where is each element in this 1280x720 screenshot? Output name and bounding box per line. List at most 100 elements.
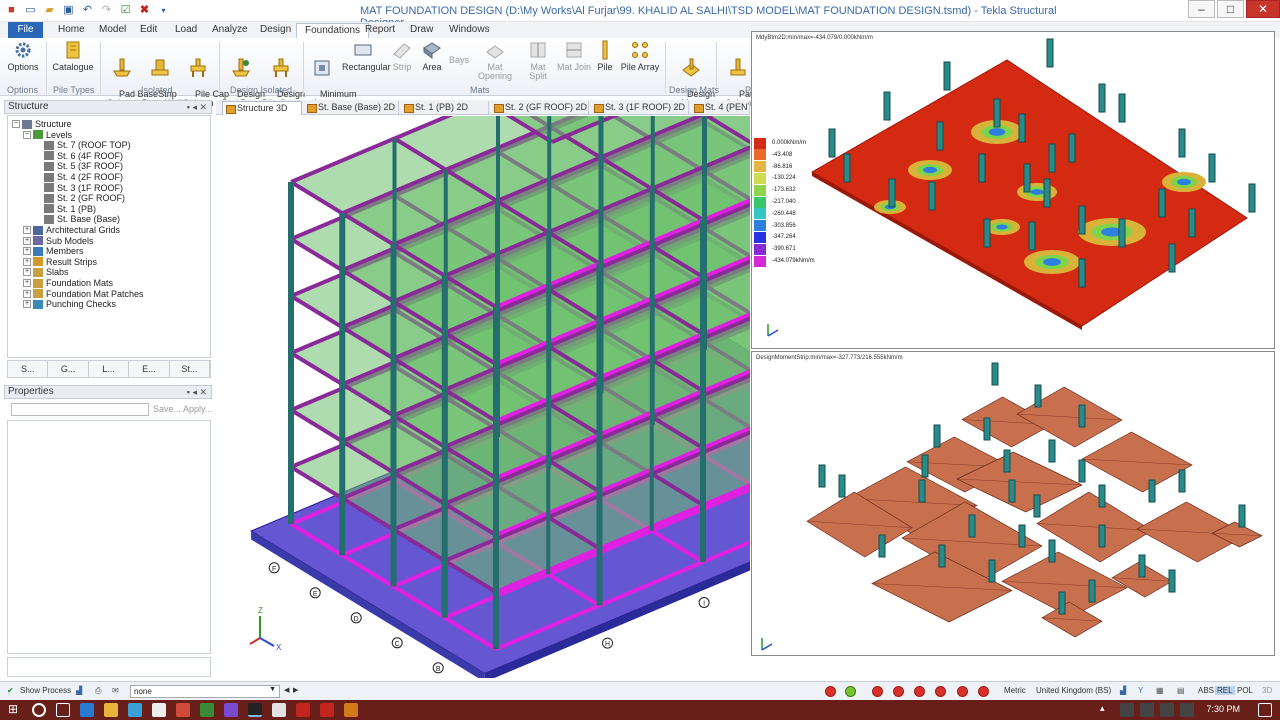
area-button[interactable]: Area [418, 40, 446, 72]
mail-icon[interactable]: ✉ [112, 686, 119, 695]
stop-icon[interactable] [825, 686, 836, 697]
command-box[interactable] [7, 657, 211, 677]
tab-file[interactable]: File [8, 22, 43, 38]
rectangular-button[interactable]: Rectangular [342, 40, 391, 72]
error-icon[interactable] [935, 686, 946, 697]
tab-windows[interactable]: Windows [449, 24, 490, 35]
close-button[interactable]: ✕ [1246, 0, 1280, 18]
next-icon[interactable]: ▶ [293, 686, 298, 694]
tab-structure[interactable]: S... [8, 361, 49, 377]
tree-item[interactable]: + Result Strips [23, 257, 97, 267]
view-tab-st3-2d[interactable]: St. 3 (1F ROOF) 2D [591, 101, 689, 115]
view-tab-st1-2d[interactable]: St. 1 (PB) 2D [401, 101, 489, 115]
expander-icon[interactable]: + [23, 236, 31, 245]
undo-icon[interactable]: ↶ [80, 3, 95, 18]
properties-selector[interactable] [11, 403, 149, 416]
tree-item[interactable]: − Structure [12, 119, 72, 129]
strip-button[interactable]: Strip [388, 40, 416, 72]
tab-load[interactable]: Load [175, 24, 197, 35]
bays-button[interactable]: Bays [448, 56, 470, 65]
volume-icon[interactable] [1140, 703, 1154, 717]
tab-report[interactable]: Report [365, 24, 395, 35]
view-tab-base-2d[interactable]: St. Base (Base) 2D [304, 101, 399, 115]
maximize-button[interactable]: □ [1217, 0, 1244, 18]
delete-icon[interactable]: ✖ [137, 3, 152, 18]
tree-item[interactable]: + Members [23, 246, 84, 256]
app-icon-3[interactable] [344, 703, 358, 717]
ok-icon[interactable] [845, 686, 856, 697]
pile-array-button[interactable]: Pile Array [620, 40, 660, 72]
tab-groups[interactable]: G... [48, 361, 89, 377]
process-icon[interactable]: ▟ [76, 686, 82, 695]
error-icon[interactable] [893, 686, 904, 697]
tab-edit[interactable]: Edit [140, 24, 157, 35]
redo-icon[interactable]: ↷ [99, 3, 114, 18]
expander-icon[interactable]: − [23, 130, 31, 139]
app-icon-1[interactable] [176, 703, 190, 717]
tree-item[interactable]: St. 3 (1F ROOF) [34, 183, 123, 193]
search-icon[interactable] [32, 703, 46, 717]
error-icon[interactable] [957, 686, 968, 697]
battery-icon[interactable] [1160, 703, 1174, 717]
tab-status[interactable]: St... [170, 361, 211, 377]
tree-item[interactable]: − Levels [23, 130, 72, 140]
tray-icons[interactable]: ▴ [1100, 703, 1114, 717]
windows-start-icon[interactable]: ⊞ [8, 702, 22, 716]
print-icon[interactable]: ⎙ [95, 686, 101, 696]
tree-item[interactable]: St. 6 (4F ROOF) [34, 151, 123, 161]
grid-icon[interactable]: ▦ [1156, 686, 1164, 695]
pane-buttons[interactable]: ▪ ◂ ✕ [187, 101, 207, 113]
pane-buttons[interactable]: ▪ ◂ ✕ [187, 386, 207, 398]
tab-analyze[interactable]: Analyze [212, 24, 248, 35]
locale-indicator[interactable]: United Kingdom (BS) [1036, 686, 1111, 695]
tree-item[interactable]: St. 7 (ROOF TOP) [34, 140, 131, 150]
tab-draw[interactable]: Draw [410, 24, 433, 35]
tree-item[interactable]: + Sub Models [23, 236, 94, 246]
mat-join-button[interactable]: Mat Join [557, 40, 591, 72]
notification-icon[interactable] [1258, 703, 1272, 717]
expander-icon[interactable]: + [23, 257, 31, 266]
customize-toolbar-icon[interactable]: ▾ [156, 3, 171, 18]
file-explorer-icon[interactable] [104, 703, 118, 717]
expander-icon[interactable]: − [12, 120, 20, 128]
expander-icon[interactable]: + [23, 279, 31, 287]
tree-item[interactable]: St. 5 (3F ROOF) [34, 161, 123, 171]
tab-design[interactable]: Design [260, 24, 291, 35]
app-logo-icon[interactable]: ■ [4, 3, 19, 18]
expander-icon[interactable]: + [23, 247, 31, 256]
expander-icon[interactable]: + [23, 300, 31, 309]
error-icon[interactable] [914, 686, 925, 697]
tekla-icon[interactable] [248, 703, 262, 717]
error-icon[interactable] [978, 686, 989, 697]
units-indicator[interactable]: Metric [1004, 686, 1026, 695]
tab-model[interactable]: Model [99, 24, 126, 35]
minimize-button[interactable]: – [1188, 0, 1215, 18]
tree-item[interactable]: + Slabs [23, 267, 69, 277]
visual-studio-icon[interactable] [224, 703, 238, 717]
acrobat-icon[interactable] [296, 703, 310, 717]
options-button[interactable]: Options [6, 40, 40, 72]
layout-icon[interactable]: ▤ [1177, 686, 1185, 695]
check-icon[interactable]: ☑ [118, 3, 133, 18]
app-icon-2[interactable] [200, 703, 214, 717]
chrome-icon[interactable] [272, 703, 286, 717]
new-file-icon[interactable]: ▭ [23, 3, 38, 18]
tab-home[interactable]: Home [58, 24, 85, 35]
mode-abs[interactable]: ABS [1198, 686, 1214, 695]
previous-icon[interactable]: ◀ [284, 686, 289, 694]
task-view-icon[interactable] [56, 703, 70, 717]
expander-icon[interactable]: + [23, 268, 31, 277]
tree-item[interactable]: St. Base (Base) [34, 214, 120, 224]
save-icon[interactable]: ▣ [61, 3, 76, 18]
calculator-icon[interactable] [152, 703, 166, 717]
tree-item[interactable]: St. 2 (GF ROOF) [34, 193, 125, 203]
structure-3d-view[interactable]: ABCDEFGHIJKZX [216, 0, 956, 699]
mat-opening-button[interactable]: Mat Opening [472, 40, 518, 81]
result-view-mdy-bottom[interactable]: MdyBtm2D:min/max=-434.079/0.000kNm/m 0.0… [751, 31, 1275, 349]
view-tab-st2-2d[interactable]: St. 2 (GF ROOF) 2D [491, 101, 589, 115]
edge-icon[interactable] [80, 703, 94, 717]
show-process-button[interactable]: Show Process [20, 686, 71, 695]
save-button[interactable]: Save... [153, 404, 181, 414]
expander-icon[interactable]: + [23, 289, 31, 298]
tree-item[interactable]: + Punching Checks [23, 299, 116, 309]
